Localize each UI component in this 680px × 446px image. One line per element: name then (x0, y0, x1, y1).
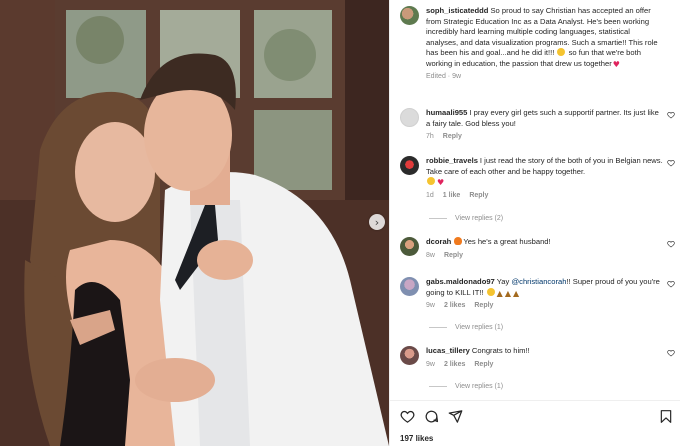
comment-time: 1d (426, 191, 434, 199)
heart-emoji-icon: ♥ (612, 59, 620, 69)
comment-item: robbie_travels I just read the story of t… (400, 156, 675, 199)
mention-link[interactable]: @christiancorah (511, 277, 566, 286)
like-comment-heart-icon[interactable] (667, 280, 675, 288)
action-icons (400, 409, 463, 424)
comment-text: dcorah Yes he's a great husband! (426, 237, 663, 248)
comment-likes[interactable]: 2 likes (444, 302, 465, 309)
like-comment-heart-icon[interactable] (667, 349, 675, 357)
comment-meta: 1d 1 like Reply (426, 192, 663, 199)
grinning-face-icon (557, 48, 566, 56)
comment-likes[interactable]: 2 likes (444, 361, 465, 368)
comment-text: humaali955 I pray every girl gets such a … (426, 108, 663, 129)
caption-username[interactable]: soph_isticateddd (426, 6, 488, 15)
comment-time: 8w (426, 251, 435, 259)
comment-body-start: Yay (496, 277, 512, 286)
avatar[interactable] (400, 346, 419, 365)
post-actions: 197 likes (390, 400, 680, 446)
comment-body: Yes he's a great husband! (463, 237, 551, 246)
avatar[interactable] (400, 108, 419, 127)
comment-icon[interactable] (424, 409, 439, 424)
view-replies-button[interactable]: View replies (2) (429, 215, 503, 222)
smiling-face-icon (486, 287, 495, 296)
likes-count[interactable]: 197 likes (400, 434, 433, 443)
comment-username[interactable]: dcorah (426, 237, 451, 246)
view-replies-label: View replies (2) (455, 215, 504, 222)
party-popper-icon: ▲ (504, 288, 511, 298)
comments-panel: soph_isticateddd So proud to say Christia… (389, 0, 680, 446)
party-popper-icon: ▲ (512, 288, 520, 298)
reply-button[interactable]: Reply (444, 252, 463, 259)
reply-button[interactable]: Reply (474, 361, 493, 368)
post-photo[interactable]: › (0, 0, 389, 446)
comment-username[interactable]: gabs.maldonado97 (426, 277, 495, 286)
comment-likes[interactable]: 1 like (443, 192, 461, 199)
comment-username[interactable]: robbie_travels (426, 156, 478, 165)
caption-edited-time: Edited · 9w (426, 73, 462, 80)
reply-button[interactable]: Reply (474, 302, 493, 309)
view-replies-button[interactable]: View replies (1) (429, 324, 503, 331)
reply-button[interactable]: Reply (469, 192, 488, 199)
comment-meta: 9w 2 likes Reply (426, 361, 663, 368)
heart-emoji-icon: ♥ (437, 178, 445, 187)
comment-time: 7h (426, 133, 434, 140)
comment-time: 9w (426, 360, 435, 368)
view-replies-label: View replies (1) (455, 324, 504, 331)
comment-text: lucas_tillery Congrats to him!! (426, 346, 663, 357)
post-viewer: › soph_isticateddd So proud to say Christ… (0, 0, 680, 446)
like-comment-heart-icon[interactable] (667, 240, 675, 248)
comment-username[interactable]: humaali955 (426, 108, 467, 117)
avatar[interactable] (400, 237, 419, 256)
party-popper-icon: ▲ (496, 288, 503, 298)
divider (429, 386, 447, 387)
divider (429, 218, 447, 219)
comment-meta: 8w Reply (426, 252, 663, 259)
reply-button[interactable]: Reply (443, 133, 462, 140)
view-replies-button[interactable]: View replies (1) (429, 383, 503, 390)
comment-body: Congrats to him!! (471, 346, 530, 355)
smiling-face-icon (427, 177, 435, 185)
chevron-right-icon: › (374, 215, 380, 229)
fire-emoji-icon (454, 237, 463, 245)
share-icon[interactable] (448, 409, 463, 424)
view-replies-label: View replies (1) (455, 383, 504, 390)
comment-text: gabs.maldonado97 Yay @christiancorah!! Su… (426, 277, 663, 298)
avatar[interactable] (400, 6, 419, 25)
comments-scroll[interactable]: soph_isticateddd So proud to say Christia… (390, 0, 680, 400)
caption-text: soph_isticateddd So proud to say Christia… (426, 6, 663, 69)
couple-photo (0, 0, 389, 446)
divider (429, 327, 447, 328)
heart-icon[interactable] (400, 409, 415, 424)
like-comment-heart-icon[interactable] (667, 159, 675, 167)
bookmark-icon[interactable] (659, 409, 673, 424)
comment-meta: 9w 2 likes Reply (426, 302, 663, 309)
comment-username[interactable]: lucas_tillery (426, 346, 470, 355)
comment-meta: 7h Reply (426, 133, 663, 140)
save-button[interactable] (659, 409, 673, 424)
comment-item: dcorah Yes he's a great husband! 8w Reply (400, 237, 675, 259)
comment-text: robbie_travels I just read the story of t… (426, 156, 663, 188)
comment-item: lucas_tillery Congrats to him!! 9w 2 like… (400, 346, 675, 368)
comment-item: gabs.maldonado97 Yay @christiancorah!! Su… (400, 277, 675, 309)
avatar[interactable] (400, 156, 419, 175)
comment-item: humaali955 I pray every girl gets such a … (400, 108, 675, 140)
comment-time: 9w (426, 302, 435, 309)
next-photo-button[interactable]: › (369, 214, 385, 230)
caption-meta: Edited · 9w (426, 73, 663, 80)
post-caption: soph_isticateddd So proud to say Christia… (400, 6, 675, 80)
avatar[interactable] (400, 277, 419, 296)
like-comment-heart-icon[interactable] (667, 111, 675, 119)
